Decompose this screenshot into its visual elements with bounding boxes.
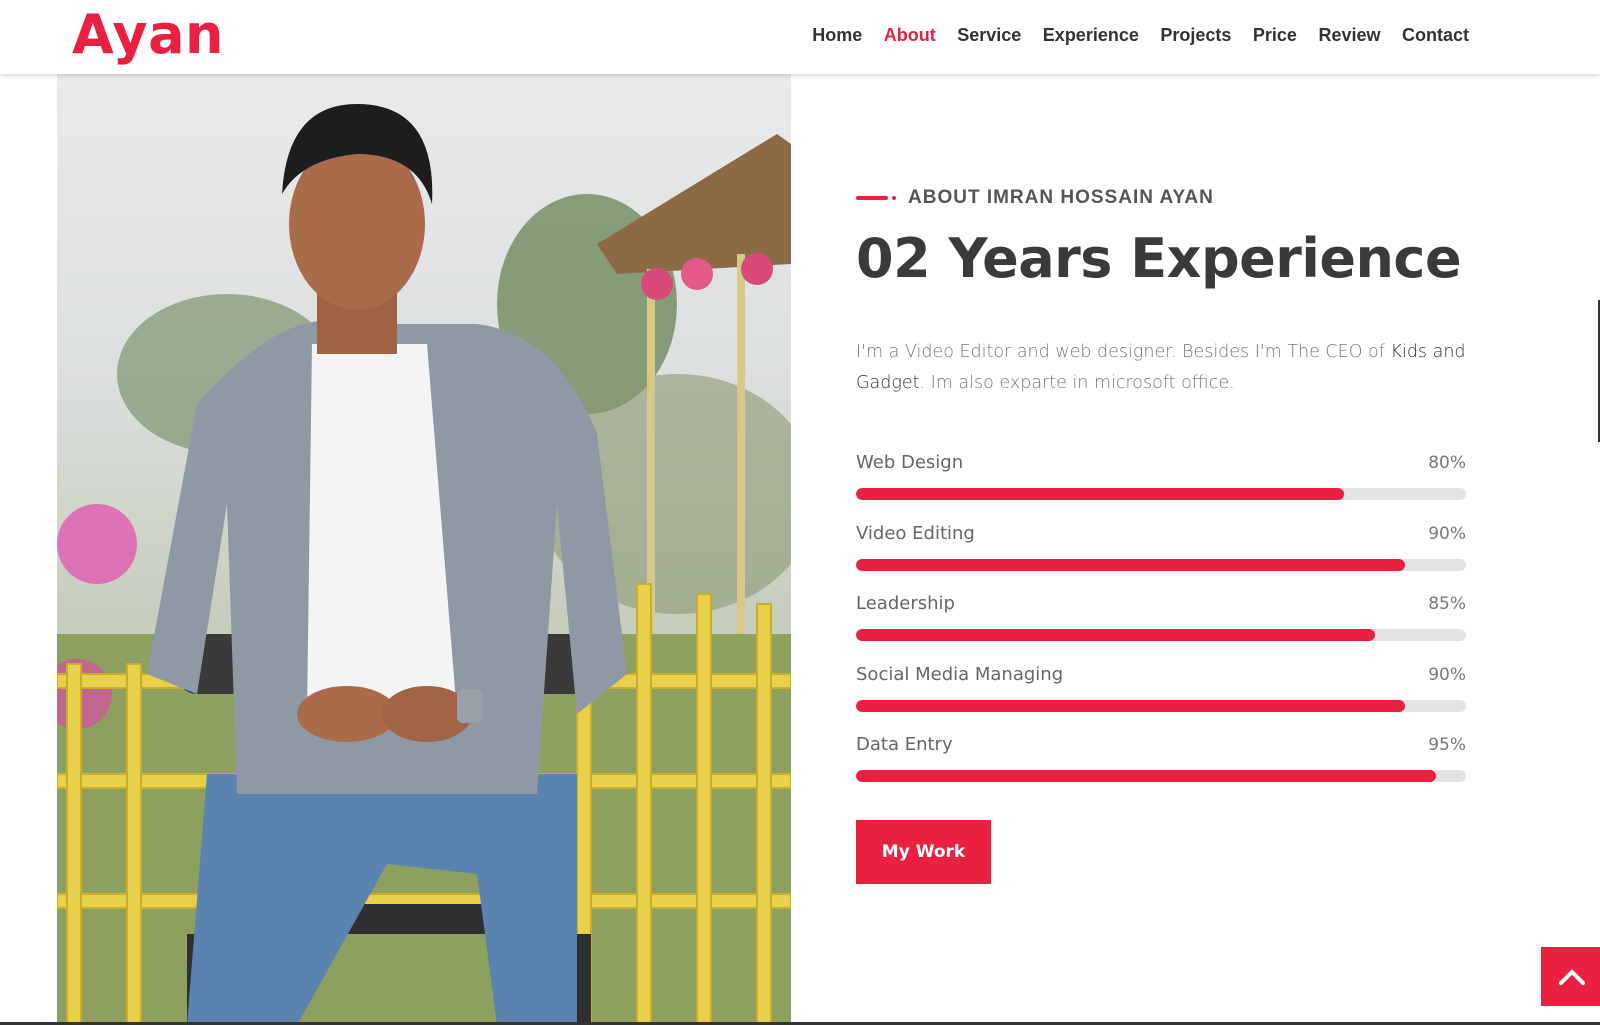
skill-name: Social Media Managing: [856, 663, 1064, 685]
nav-review[interactable]: Review: [1318, 22, 1380, 48]
my-work-button[interactable]: My Work: [856, 820, 991, 884]
skill-progress-track: [856, 770, 1466, 782]
skill-percent: 90%: [1428, 664, 1466, 685]
profile-photo: [57, 74, 791, 1025]
skill-progress-track: [856, 488, 1466, 500]
nav-service[interactable]: Service: [957, 22, 1021, 48]
skill-name: Leadership: [856, 593, 955, 614]
skill-progress-track: [856, 629, 1466, 641]
skill-item: Social Media Managing 90%: [856, 662, 1466, 733]
about-heading: 02 Years Experience: [856, 227, 1462, 290]
skill-item: Web Design 80%: [856, 450, 1466, 521]
site-header: Ayan Home About Service Experience Proje…: [0, 0, 1600, 74]
subtitle-accent-dot: [892, 196, 896, 200]
about-subtitle-text: ABOUT IMRAN HOSSAIN AYAN: [908, 187, 1214, 208]
nav-about[interactable]: About: [884, 22, 936, 48]
skill-item: Video Editing 90%: [856, 521, 1466, 592]
subtitle-accent-line: [856, 196, 888, 200]
skill-progress-track: [856, 558, 1466, 571]
nav-home[interactable]: Home: [812, 22, 862, 48]
skill-progress-fill: [856, 770, 1436, 782]
skill-percent: 95%: [1428, 735, 1466, 755]
description-text-1: I'm a Video Editor and web designer. Bes…: [856, 342, 1391, 362]
nav-projects[interactable]: Projects: [1160, 22, 1231, 48]
skill-progress-fill: [856, 488, 1344, 500]
skill-progress-fill: [856, 699, 1405, 712]
about-description: I'm a Video Editor and web designer. Bes…: [856, 337, 1466, 399]
skill-percent: 90%: [1428, 523, 1466, 544]
main-nav: Home About Service Experience Projects P…: [791, 22, 1469, 48]
skill-percent: 80%: [1428, 453, 1466, 473]
skill-percent: 85%: [1428, 594, 1466, 614]
skill-progress-fill: [856, 629, 1375, 641]
skill-name: Web Design: [856, 452, 964, 473]
skill-progress-track: [856, 699, 1466, 712]
profile-photo-illustration: [57, 104, 791, 1025]
skill-item: Data Entry 95%: [856, 732, 1466, 803]
site-logo[interactable]: Ayan: [72, 4, 224, 66]
chevron-up-icon: [1558, 968, 1585, 985]
scroll-top-button[interactable]: [1541, 947, 1600, 1006]
about-subtitle: ABOUT IMRAN HOSSAIN AYAN: [856, 187, 1214, 209]
skill-progress-fill: [856, 558, 1405, 571]
nav-experience[interactable]: Experience: [1043, 22, 1139, 48]
nav-price[interactable]: Price: [1253, 22, 1297, 48]
nav-contact[interactable]: Contact: [1402, 22, 1469, 48]
skill-name: Data Entry: [856, 734, 953, 755]
skill-item: Leadership 85%: [856, 591, 1466, 662]
description-text-2: . Im also exparte in microsoft office.: [919, 373, 1235, 393]
skill-name: Video Editing: [856, 522, 975, 544]
skills-list: Web Design 80% Video Editing 90% Leaders…: [856, 450, 1466, 803]
